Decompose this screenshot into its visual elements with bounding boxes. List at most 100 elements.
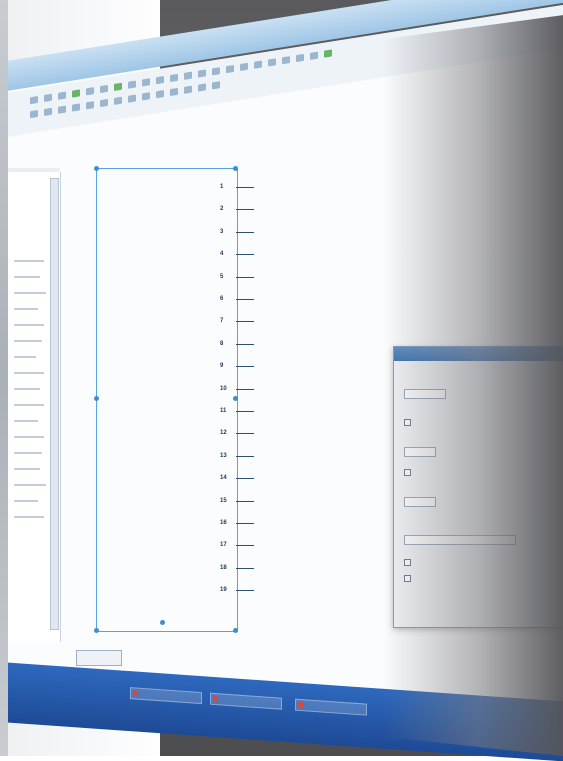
tree-scrollbar[interactable] bbox=[50, 178, 59, 630]
toolbar-icon[interactable] bbox=[44, 93, 52, 103]
selection-handle[interactable] bbox=[233, 166, 238, 171]
tree-item[interactable] bbox=[14, 388, 40, 390]
toolbar-icon[interactable] bbox=[156, 76, 164, 85]
pin-number: 9 bbox=[220, 363, 224, 369]
pin-wire[interactable] bbox=[236, 501, 254, 502]
toolbar-icon[interactable] bbox=[58, 105, 66, 114]
toolbar-icon[interactable] bbox=[86, 101, 94, 110]
pin-wire[interactable] bbox=[236, 456, 254, 457]
pin-wire[interactable] bbox=[236, 433, 254, 434]
toolbar-icon[interactable] bbox=[156, 90, 164, 99]
selection-handle[interactable] bbox=[94, 166, 99, 171]
toolbar-icon[interactable] bbox=[254, 60, 262, 69]
toolbar-icon[interactable] bbox=[324, 49, 332, 58]
tree-item[interactable] bbox=[14, 356, 36, 358]
pin-wire[interactable] bbox=[236, 254, 254, 255]
pin-wire[interactable] bbox=[236, 187, 254, 188]
tree-item[interactable] bbox=[14, 484, 46, 486]
tree-item[interactable] bbox=[14, 404, 44, 406]
selection-handle[interactable] bbox=[94, 396, 99, 401]
toolbar-icon[interactable] bbox=[296, 53, 304, 63]
dialog-titlebar[interactable] bbox=[394, 347, 563, 361]
dialog-field[interactable] bbox=[404, 497, 436, 507]
pin-wire[interactable] bbox=[236, 344, 254, 345]
toolbar-icon[interactable] bbox=[72, 89, 80, 98]
toolbar-icon[interactable] bbox=[198, 69, 206, 78]
tree-item[interactable] bbox=[14, 436, 44, 438]
toolbar-icon[interactable] bbox=[30, 95, 38, 105]
pin-wire[interactable] bbox=[236, 232, 254, 233]
selection-handle[interactable] bbox=[233, 628, 238, 633]
toolbar-icon[interactable] bbox=[30, 109, 38, 119]
pin-number: 4 bbox=[220, 251, 224, 257]
dialog-field[interactable] bbox=[404, 389, 446, 399]
pin-wire[interactable] bbox=[236, 545, 254, 546]
tree-item[interactable] bbox=[14, 516, 44, 518]
dialog-field[interactable] bbox=[404, 535, 516, 545]
taskbar-button[interactable] bbox=[295, 698, 367, 716]
toolbar-icon[interactable] bbox=[114, 82, 122, 91]
sheet-tab[interactable] bbox=[76, 650, 122, 666]
tree-item[interactable] bbox=[14, 500, 38, 502]
selection-handle[interactable] bbox=[160, 620, 165, 625]
pin-wire[interactable] bbox=[236, 568, 254, 569]
toolbar-icon[interactable] bbox=[44, 107, 52, 117]
tree-item[interactable] bbox=[14, 372, 44, 374]
toolbar-icon[interactable] bbox=[100, 98, 108, 108]
dialog-checkbox[interactable] bbox=[404, 419, 411, 426]
tree-item[interactable] bbox=[14, 420, 38, 422]
pin-wire[interactable] bbox=[236, 478, 254, 479]
toolbar-icon[interactable] bbox=[86, 87, 94, 96]
pin-wire[interactable] bbox=[236, 299, 254, 300]
tree-item[interactable] bbox=[14, 340, 42, 342]
toolbar-icon[interactable] bbox=[58, 91, 66, 100]
dialog-checkbox[interactable] bbox=[404, 559, 411, 566]
toolbar-icon[interactable] bbox=[142, 92, 150, 101]
pin-wire[interactable] bbox=[236, 411, 254, 412]
pin-wire[interactable] bbox=[236, 366, 254, 367]
toolbar-icon[interactable] bbox=[100, 84, 108, 94]
toolbar-icon[interactable] bbox=[184, 71, 192, 80]
toolbar-icon[interactable] bbox=[142, 78, 150, 87]
toolbar-icon[interactable] bbox=[240, 62, 248, 71]
dialog-checkbox[interactable] bbox=[404, 575, 411, 582]
component-outline[interactable] bbox=[96, 168, 238, 632]
dialog-checkbox[interactable] bbox=[404, 469, 411, 476]
toolbar-icon[interactable] bbox=[72, 103, 80, 112]
selection-handle[interactable] bbox=[233, 396, 238, 401]
toolbar-icon[interactable] bbox=[170, 87, 178, 97]
taskbar-button[interactable] bbox=[130, 687, 202, 705]
toolbar-icon[interactable] bbox=[128, 94, 136, 103]
toolbar-icon[interactable] bbox=[226, 64, 234, 74]
tree-item[interactable] bbox=[14, 292, 46, 294]
toolbar-icon[interactable] bbox=[212, 81, 220, 90]
toolbar-icon[interactable] bbox=[268, 58, 276, 67]
properties-dialog[interactable] bbox=[393, 346, 563, 628]
tree-item[interactable] bbox=[14, 260, 44, 262]
toolbar-icon[interactable] bbox=[114, 96, 122, 105]
pin-wire[interactable] bbox=[236, 590, 254, 591]
pin-wire[interactable] bbox=[236, 277, 254, 278]
pin-number: 10 bbox=[220, 386, 227, 392]
pin-number: 17 bbox=[220, 542, 227, 548]
tree-item[interactable] bbox=[14, 468, 40, 470]
toolbar-icon[interactable] bbox=[212, 67, 220, 76]
pin-wire[interactable] bbox=[236, 209, 254, 210]
toolbar-icon[interactable] bbox=[128, 80, 136, 89]
pin-number: 3 bbox=[220, 229, 224, 235]
tree-item[interactable] bbox=[14, 308, 38, 310]
toolbar-icon[interactable] bbox=[198, 83, 206, 92]
tree-item[interactable] bbox=[14, 276, 40, 278]
toolbar-icon[interactable] bbox=[170, 73, 178, 83]
toolbar-icon[interactable] bbox=[282, 56, 290, 65]
toolbar-icon[interactable] bbox=[310, 51, 318, 60]
pin-wire[interactable] bbox=[236, 321, 254, 322]
pin-wire[interactable] bbox=[236, 523, 254, 524]
tree-item[interactable] bbox=[14, 324, 44, 326]
selection-handle[interactable] bbox=[94, 628, 99, 633]
toolbar-icon[interactable] bbox=[184, 85, 192, 94]
dialog-field[interactable] bbox=[404, 447, 436, 457]
tree-item[interactable] bbox=[14, 452, 42, 454]
taskbar-button[interactable] bbox=[210, 692, 282, 710]
pin-wire[interactable] bbox=[236, 389, 254, 390]
